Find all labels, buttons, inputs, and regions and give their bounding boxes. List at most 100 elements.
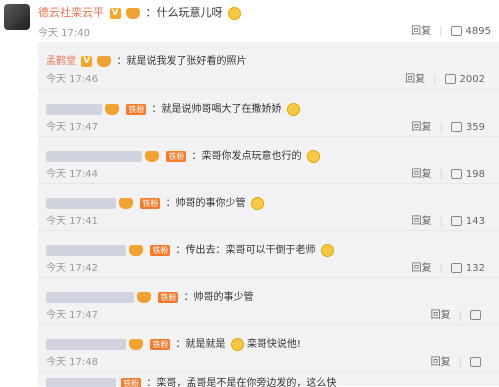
main-comment-content: 德云社栾云平 V ：什么玩意儿呀 bbox=[38, 4, 241, 20]
reply-time: 今天 17:41 bbox=[46, 212, 98, 227]
reply-item: 铁粉 ：栾哥，孟哥是不是在你旁边发的，这么快 bbox=[38, 371, 499, 387]
like-button[interactable]: 359 bbox=[451, 122, 485, 133]
blurred-username[interactable] bbox=[46, 198, 116, 209]
thumbs-up-icon bbox=[451, 122, 462, 132]
reply-button[interactable]: 回复 bbox=[431, 357, 451, 368]
reply-item: 铁粉 ：帅哥的事少管 今天 17:47 回复| bbox=[38, 277, 499, 325]
reply-content: 孟鹤堂 V ：就是说我发了张好看的照片 bbox=[46, 52, 247, 67]
fan-badge: 铁粉 bbox=[166, 151, 186, 162]
reply-actions: 回复| bbox=[431, 353, 485, 368]
reply-text: ：就是就是 bbox=[176, 339, 226, 350]
fan-badge: 铁粉 bbox=[126, 104, 146, 115]
reply-time: 今天 17:47 bbox=[46, 118, 98, 133]
thumbs-up-icon bbox=[470, 310, 481, 320]
comment-time: 今天 17:40 bbox=[38, 24, 90, 39]
like-button[interactable]: 143 bbox=[451, 216, 485, 227]
like-button[interactable] bbox=[470, 357, 485, 368]
verified-icon: V bbox=[110, 8, 121, 19]
reply-button[interactable]: 回复 bbox=[412, 216, 432, 227]
reply-actions: 回复|143 bbox=[412, 212, 485, 227]
thumbs-up-icon bbox=[451, 26, 462, 36]
reply-item: 铁粉 ：栾哥你发点玩意也行的 今天 17:44 回复|198 bbox=[38, 136, 499, 184]
like-button[interactable] bbox=[470, 310, 485, 321]
reply-actions: 回复|132 bbox=[412, 259, 485, 274]
reply-text: ：帅哥的事少管 bbox=[184, 292, 254, 303]
reply-text: ：就是说我发了张好看的照片 bbox=[117, 56, 247, 67]
reply-button[interactable]: 回复 bbox=[431, 310, 451, 321]
like-count: 4895 bbox=[466, 26, 491, 37]
reply-time: 今天 17:42 bbox=[46, 259, 98, 274]
fan-badge: 铁粉 bbox=[150, 245, 170, 256]
like-count: 2002 bbox=[460, 74, 485, 85]
blurred-username[interactable] bbox=[46, 339, 126, 350]
reply-username[interactable]: 孟鹤堂 bbox=[46, 56, 76, 67]
member-crown-icon bbox=[129, 339, 143, 350]
reply-text-cont: 栾哥快说他! bbox=[247, 339, 301, 350]
thumbs-up-icon bbox=[445, 74, 456, 84]
like-button[interactable]: 198 bbox=[451, 169, 485, 180]
emoji-icon bbox=[231, 338, 244, 351]
fan-badge: 铁粉 bbox=[158, 292, 178, 303]
reply-item: 铁粉 ：传出去：栾哥可以干倒于老师 今天 17:42 回复|132 bbox=[38, 230, 499, 278]
reply-text: ：传出去：栾哥可以干倒于老师 bbox=[176, 245, 316, 256]
comment-username[interactable]: 德云社栾云平 bbox=[38, 6, 104, 19]
member-crown-icon bbox=[105, 104, 119, 115]
laugh-emoji-icon bbox=[228, 7, 241, 20]
reply-content: 铁粉 ：帅哥的事少管 bbox=[46, 288, 254, 303]
reply-button[interactable]: 回复 bbox=[412, 263, 432, 274]
reply-text: ：就是说帅哥喝大了在撒娇娇 bbox=[152, 104, 282, 115]
reply-actions: 回复|2002 bbox=[405, 70, 485, 85]
reply-button[interactable]: 回复 bbox=[412, 169, 432, 180]
like-button[interactable]: 2002 bbox=[445, 74, 485, 85]
heart-eyes-emoji-icon bbox=[287, 103, 300, 116]
reply-time: 今天 17:44 bbox=[46, 165, 98, 180]
like-button[interactable]: 4895 bbox=[451, 26, 491, 37]
reply-content: 铁粉 ：栾哥你发点玩意也行的 bbox=[46, 147, 320, 163]
emoji-icon bbox=[251, 197, 264, 210]
emoji-icon bbox=[307, 150, 320, 163]
blurred-username[interactable] bbox=[46, 104, 102, 115]
member-crown-icon bbox=[129, 245, 143, 256]
thumbs-up-icon bbox=[451, 169, 462, 179]
reply-content: 铁粉 ：帅哥的事你少管 bbox=[46, 194, 264, 210]
reply-actions: 回复| bbox=[431, 306, 485, 321]
reply-time: 今天 17:48 bbox=[46, 353, 98, 368]
blurred-username[interactable] bbox=[46, 245, 126, 256]
blurred-username[interactable] bbox=[46, 151, 142, 162]
main-comment: 德云社栾云平 V ：什么玩意儿呀 今天 17:40 回复|4895 bbox=[0, 0, 499, 42]
reply-button[interactable]: 回复 bbox=[405, 74, 425, 85]
emoji-icon bbox=[321, 244, 334, 257]
reply-content: 铁粉 ：就是就是 栾哥快说他! bbox=[46, 335, 301, 351]
like-count: 198 bbox=[466, 169, 485, 180]
reply-button[interactable]: 回复 bbox=[412, 122, 432, 133]
like-count: 143 bbox=[466, 216, 485, 227]
reply-item: 铁粉 ：就是说帅哥喝大了在撒娇娇 今天 17:47 回复|359 bbox=[38, 89, 499, 137]
like-count: 132 bbox=[466, 263, 485, 274]
verified-icon: V bbox=[81, 56, 92, 67]
avatar[interactable] bbox=[4, 4, 30, 30]
reply-content: 铁粉 ：传出去：栾哥可以干倒于老师 bbox=[46, 241, 334, 257]
fan-badge: 铁粉 bbox=[140, 198, 160, 209]
like-button[interactable]: 132 bbox=[451, 263, 485, 274]
reply-thread: 孟鹤堂 V ：就是说我发了张好看的照片 今天 17:46 回复|2002 铁粉 … bbox=[38, 42, 499, 386]
member-crown-icon bbox=[137, 292, 151, 303]
thumbs-up-icon bbox=[470, 357, 481, 367]
thumbs-up-icon bbox=[451, 263, 462, 273]
member-crown-icon bbox=[119, 198, 133, 209]
reply-item: 孟鹤堂 V ：就是说我发了张好看的照片 今天 17:46 回复|2002 bbox=[38, 42, 499, 89]
blurred-username[interactable] bbox=[46, 292, 134, 303]
reply-actions: 回复|359 bbox=[412, 118, 485, 133]
fan-badge: 铁粉 bbox=[150, 339, 170, 350]
comment-text: ：什么玩意儿呀 bbox=[146, 6, 223, 19]
member-crown-icon bbox=[97, 56, 111, 67]
reply-time: 今天 17:46 bbox=[46, 70, 98, 85]
comment-actions: 回复|4895 bbox=[411, 22, 491, 37]
member-crown-icon bbox=[126, 8, 140, 19]
reply-content: 铁粉 ：就是说帅哥喝大了在撒娇娇 bbox=[46, 100, 300, 116]
reply-item: 铁粉 ：就是就是 栾哥快说他! 今天 17:48 回复| bbox=[38, 324, 499, 372]
like-count: 359 bbox=[466, 122, 485, 133]
reply-text: ：栾哥你发点玩意也行的 bbox=[192, 151, 302, 162]
reply-text: ：帅哥的事你少管 bbox=[166, 198, 246, 209]
reply-button[interactable]: 回复 bbox=[411, 26, 431, 37]
reply-actions: 回复|198 bbox=[412, 165, 485, 180]
